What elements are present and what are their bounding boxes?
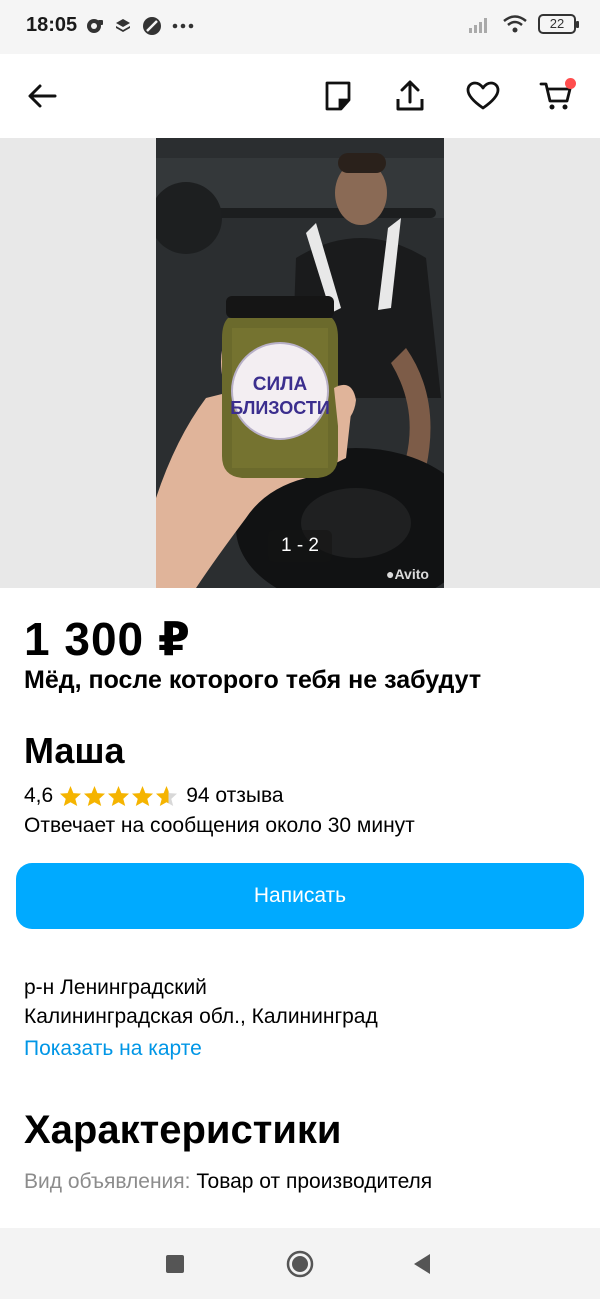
share-icon — [396, 80, 424, 111]
spec-value: Товар от производителя — [196, 1170, 433, 1193]
wifi-icon — [503, 15, 527, 33]
avito-watermark: ●Avito — [386, 566, 429, 582]
jar-label-line1: СИЛА — [253, 374, 308, 395]
back-button[interactable] — [20, 74, 64, 118]
rating-stars — [59, 785, 178, 807]
heart-icon — [466, 81, 500, 110]
more-icon — [172, 23, 194, 29]
seller-name[interactable]: Маша — [24, 730, 124, 772]
write-message-button[interactable]: Написать — [16, 863, 584, 929]
recent-apps-button[interactable] — [157, 1246, 193, 1282]
note-icon — [325, 81, 351, 111]
spec-label: Вид объявления: — [24, 1170, 191, 1193]
recent-apps-icon — [166, 1255, 184, 1273]
status-bar: 18:05 22 — [0, 0, 600, 54]
share-button[interactable] — [388, 74, 432, 118]
home-icon — [286, 1250, 314, 1278]
nav-back-icon — [414, 1254, 430, 1274]
response-time: Отвечает на сообщения около 30 минут — [24, 814, 415, 837]
system-nav-bar — [0, 1228, 600, 1299]
location-district: р-н Ленинградский — [24, 976, 207, 999]
rating-value: 4,6 — [24, 784, 54, 807]
half-star-icon — [156, 785, 178, 807]
star-icon — [132, 785, 154, 807]
reviews-count: 94 отзыва — [186, 784, 284, 807]
product-photo-image: СИЛА БЛИЗОСТИ — [156, 138, 444, 588]
location-region-city: Калининградская обл., Калининград — [24, 1005, 378, 1028]
nav-back-button[interactable] — [404, 1246, 440, 1282]
price: 1 300 ₽ — [24, 613, 191, 665]
avito-watermark-text: Avito — [394, 566, 429, 582]
star-icon — [60, 785, 82, 807]
favorite-button[interactable] — [461, 74, 505, 118]
status-icons-left — [86, 16, 194, 36]
star-icon — [84, 785, 106, 807]
notification-icon — [87, 19, 103, 33]
cart-button[interactable] — [534, 74, 578, 118]
app-icon — [143, 17, 161, 35]
layers-icon — [116, 19, 130, 32]
note-button[interactable] — [316, 74, 360, 118]
cart-badge — [565, 78, 576, 89]
app-header — [0, 54, 600, 138]
back-arrow-icon — [28, 84, 57, 108]
status-icons-right: 22 — [468, 14, 579, 34]
product-photo[interactable]: СИЛА БЛИЗОСТИ — [156, 138, 444, 588]
signal-icon — [469, 18, 487, 33]
spec-row: Вид объявления: Товар от производителя — [24, 1170, 432, 1194]
battery-icon: 22 — [538, 14, 579, 34]
home-button[interactable] — [282, 1246, 318, 1282]
photo-counter: 1 - 2 — [268, 530, 332, 562]
star-icon — [108, 785, 130, 807]
seller-rating[interactable]: 4,6 94 отзыва — [24, 784, 284, 808]
photo-gallery[interactable]: СИЛА БЛИЗОСТИ 1 - 2 ●Avito — [0, 138, 600, 588]
listing-title: Мёд, после которого тебя не забудут — [24, 666, 482, 694]
jar-label-line2: БЛИЗОСТИ — [230, 398, 330, 418]
specs-title: Характеристики — [24, 1108, 342, 1152]
status-time: 18:05 — [26, 14, 78, 36]
show-on-map-link[interactable]: Показать на карте — [24, 1037, 202, 1061]
